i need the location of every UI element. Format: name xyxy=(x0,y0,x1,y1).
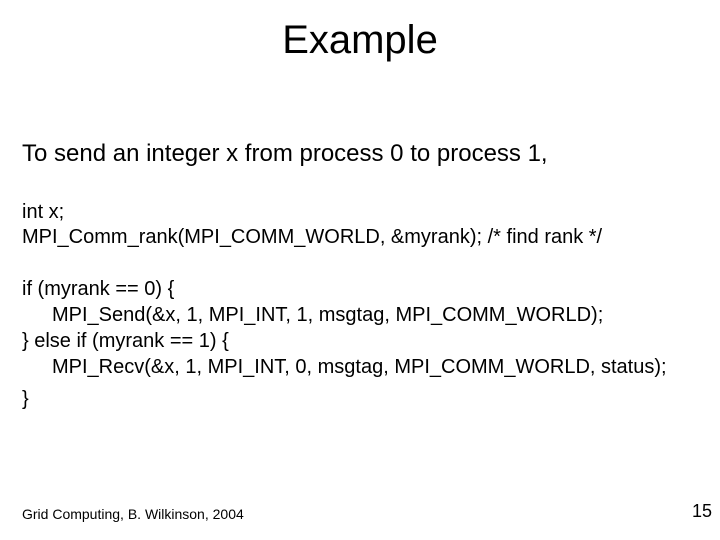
code-line: } else if (myrank == 1) { xyxy=(22,328,698,354)
slide-title: Example xyxy=(0,18,720,63)
code-line: MPI_Send(&x, 1, MPI_INT, 1, msgtag, MPI_… xyxy=(22,302,698,328)
code-block-conditional: if (myrank == 0) { MPI_Send(&x, 1, MPI_I… xyxy=(22,276,698,412)
code-line: } xyxy=(22,386,698,412)
code-line: if (myrank == 0) { xyxy=(22,276,698,302)
intro-text: To send an integer x from process 0 to p… xyxy=(22,140,698,169)
slide: Example To send an integer x from proces… xyxy=(0,0,720,540)
code-line: MPI_Comm_rank(MPI_COMM_WORLD, &myrank); … xyxy=(22,225,698,250)
code-line: int x; xyxy=(22,200,698,225)
code-line: MPI_Recv(&x, 1, MPI_INT, 0, msgtag, MPI_… xyxy=(22,354,698,380)
code-block-declaration: int x; MPI_Comm_rank(MPI_COMM_WORLD, &my… xyxy=(22,200,698,250)
footer-citation: Grid Computing, B. Wilkinson, 2004 xyxy=(22,506,244,522)
slide-number: 15 xyxy=(692,501,712,522)
